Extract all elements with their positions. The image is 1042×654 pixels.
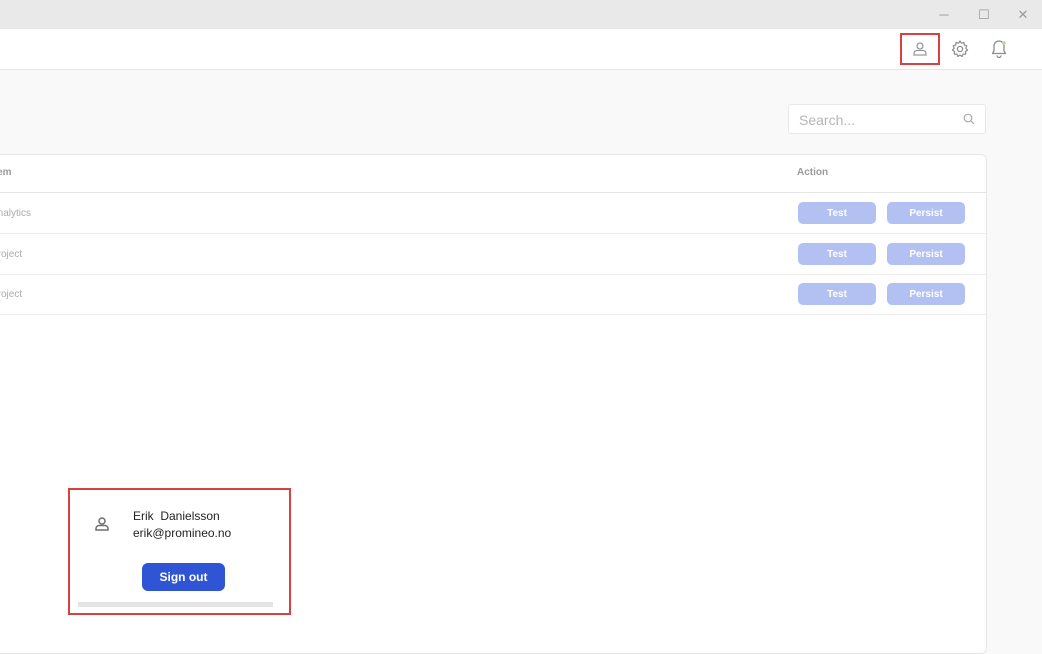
table-row: Project Test Persist: [0, 234, 986, 275]
persist-button[interactable]: Persist: [887, 243, 965, 265]
persist-button[interactable]: Persist: [887, 202, 965, 224]
bell-icon: [991, 40, 1007, 59]
search-box[interactable]: [788, 104, 986, 134]
item-cell: Project: [0, 289, 23, 300]
persist-button[interactable]: Persist: [887, 283, 965, 305]
search-input[interactable]: [799, 111, 959, 129]
table-row: Analytics Test Persist: [0, 193, 986, 234]
user-email: erik@promineo.no: [133, 526, 232, 540]
sign-out-button[interactable]: Sign out: [142, 563, 225, 591]
popup-shadow: [78, 602, 273, 607]
top-bar: [0, 29, 1042, 70]
column-header-item: Item: [0, 167, 12, 178]
test-button[interactable]: Test: [798, 202, 876, 224]
search-icon[interactable]: [963, 113, 975, 125]
minimize-icon: ─: [939, 7, 949, 22]
user-name: Erik Danielsson: [133, 509, 220, 523]
table-row: Project Test Persist: [0, 274, 986, 315]
user-account-button[interactable]: [900, 33, 940, 65]
item-cell: Analytics: [0, 208, 32, 219]
settings-button[interactable]: [942, 35, 978, 63]
gear-icon: [951, 40, 969, 58]
minimize-button[interactable]: ─: [924, 0, 964, 29]
item-cell: Project: [0, 249, 23, 260]
maximize-icon: ☐: [978, 6, 990, 22]
title-bar: ─ ☐ ✕: [0, 0, 1042, 29]
user-icon: [95, 517, 109, 531]
user-icon: [913, 42, 927, 56]
test-button[interactable]: Test: [798, 243, 876, 265]
maximize-button[interactable]: ☐: [964, 0, 1004, 29]
user-account-popup: Erik Danielsson erik@promineo.no Sign ou…: [68, 488, 291, 615]
notifications-button[interactable]: [981, 35, 1017, 63]
close-button[interactable]: ✕: [1003, 0, 1042, 29]
column-header-action: Action: [797, 167, 829, 178]
test-button[interactable]: Test: [798, 283, 876, 305]
close-icon: ✕: [1017, 6, 1029, 22]
